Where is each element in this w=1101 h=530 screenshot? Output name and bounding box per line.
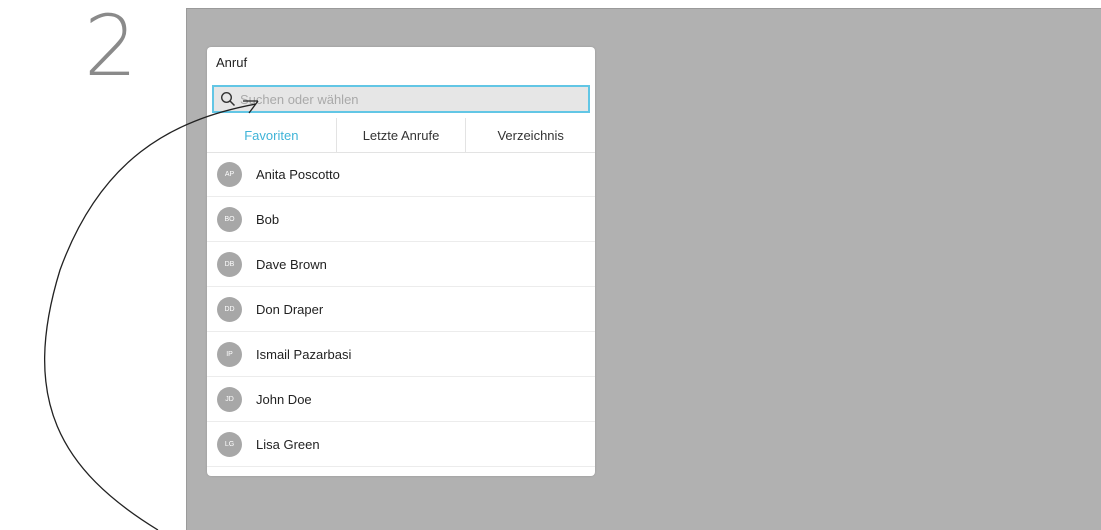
tab-directory[interactable]: Verzeichnis [466,118,595,152]
search-field[interactable] [212,85,590,113]
contact-name: Bob [256,211,280,227]
contact-item[interactable]: IP Ismail Pazarbasi [207,332,595,377]
contact-item[interactable]: DB Dave Brown [207,242,595,287]
avatar: DD [217,296,242,322]
contact-name: John Doe [256,391,312,407]
contact-item[interactable]: DD Don Draper [207,287,595,332]
contact-name: Don Draper [256,301,324,317]
call-dialog: Anruf Favoriten Letzte Anrufe Verzeichni… [207,47,595,476]
tab-favorites[interactable]: Favoriten [207,118,337,152]
contact-item[interactable]: JD John Doe [207,377,595,422]
tab-recent-calls[interactable]: Letzte Anrufe [337,118,467,152]
contact-list: AP Anita Poscotto BO Bob DB Dave Brown D… [207,152,595,467]
step-number: 2 [84,0,138,95]
contact-name: Dave Brown [256,256,327,272]
search-input[interactable] [240,91,570,107]
dialog-title: Anruf [216,55,248,70]
avatar: IP [217,341,242,367]
contact-name: Lisa Green [256,436,320,452]
search-icon [220,91,236,107]
avatar: AP [217,161,242,187]
contact-name: Ismail Pazarbasi [256,346,352,362]
avatar: DB [217,251,242,277]
contact-item[interactable]: LG Lisa Green [207,422,595,467]
avatar: BO [217,206,242,232]
tab-bar: Favoriten Letzte Anrufe Verzeichnis [207,118,595,153]
contact-item[interactable]: BO Bob [207,197,595,242]
contact-item[interactable]: AP Anita Poscotto [207,152,595,197]
avatar: LG [217,431,242,457]
contact-name: Anita Poscotto [256,166,340,182]
avatar: JD [217,386,242,412]
